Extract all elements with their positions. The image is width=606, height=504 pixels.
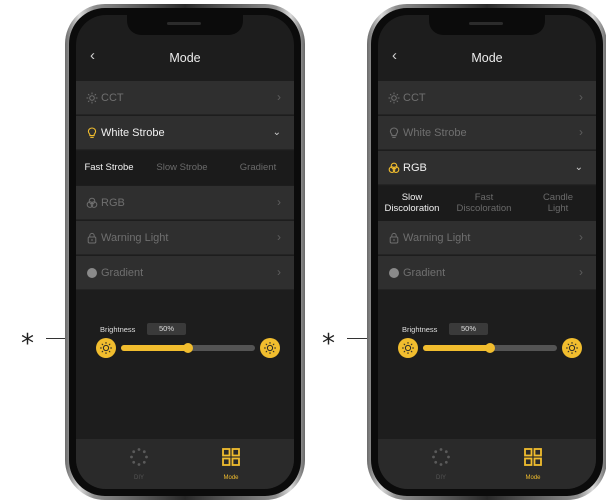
menu-item-cct[interactable]: CCT › (76, 81, 294, 115)
tab-label: DIY (133, 475, 144, 481)
menu-item-label: RGB (403, 162, 427, 174)
bottom-tab-bar: DIY Mode (378, 439, 596, 489)
header: ‹ Mode (378, 43, 596, 71)
phone-mockup-1: ‹ Mode CCT › White Strobe ⌄ Fast Strobe … (65, 4, 305, 500)
brightness-slider-handle[interactable] (183, 343, 193, 353)
tab-label: Mode (525, 475, 541, 481)
tab-diy[interactable]: DIY (421, 447, 461, 481)
chevron-right-icon: › (277, 265, 281, 279)
chevron-right-icon: › (277, 90, 281, 104)
sun-icon (264, 342, 276, 354)
chevron-right-icon: › (277, 195, 281, 209)
menu-item-white-strobe[interactable]: White Strobe ⌄ (76, 116, 294, 150)
dot-icon (87, 268, 97, 278)
brightness-label: Brightness (402, 325, 438, 334)
menu-item-rgb[interactable]: RGB ⌄ (378, 151, 596, 185)
menu-item-label: Warning Light (403, 232, 471, 244)
submode-bar: Slow Discoloration Fast Discoloration Ca… (378, 186, 596, 221)
menu-item-warning-light[interactable]: Warning Light › (378, 221, 596, 255)
chevron-right-icon: › (579, 265, 583, 279)
menu-item-label: CCT (101, 92, 124, 104)
app-screen-1: ‹ Mode CCT › White Strobe ⌄ Fast Strobe … (76, 15, 294, 489)
submode-option[interactable]: Slow Strobe (142, 151, 222, 185)
sun-icon (566, 342, 578, 354)
menu-item-rgb[interactable]: RGB › (76, 186, 294, 220)
lock-icon (87, 232, 97, 244)
dot-icon (389, 268, 399, 278)
brightness-slider[interactable] (121, 343, 255, 353)
menu-item-label: RGB (101, 197, 125, 209)
sun-icon (402, 342, 414, 354)
menu-item-label: CCT (403, 92, 426, 104)
tab-label: DIY (435, 475, 446, 481)
bottom-tab-bar: DIY Mode (76, 439, 294, 489)
sun-icon (388, 92, 400, 104)
brightness-slider-fill (423, 345, 490, 351)
submode-option[interactable]: Slow Discoloration (384, 186, 440, 221)
brightness-slider-fill (121, 345, 188, 351)
menu-item-gradient[interactable]: Gradient › (76, 256, 294, 290)
submode-option[interactable]: Fast Strobe (76, 151, 142, 185)
tab-diy[interactable]: DIY (119, 447, 159, 481)
menu-item-label: White Strobe (403, 127, 467, 139)
menu-item-label: Warning Light (101, 232, 169, 244)
brightness-label: Brightness (100, 325, 136, 334)
tab-mode[interactable]: Mode (513, 447, 553, 481)
menu-item-cct[interactable]: CCT › (378, 81, 596, 115)
phone-mockup-2: ‹ Mode CCT › White Strobe › RGB ⌄ Slow D… (367, 4, 606, 500)
submode-option[interactable]: Candle Light (538, 186, 578, 221)
submode-option[interactable]: Fast Discoloration (456, 186, 512, 221)
brightness-value: 50% (147, 323, 186, 335)
dots-circle-icon (130, 448, 148, 466)
menu-item-label: Gradient (101, 267, 144, 279)
header: ‹ Mode (76, 43, 294, 71)
grid-icon (222, 448, 240, 466)
brightness-slider-handle[interactable] (485, 343, 495, 353)
menu-item-gradient[interactable]: Gradient › (378, 256, 596, 290)
app-screen-2: ‹ Mode CCT › White Strobe › RGB ⌄ Slow D… (378, 15, 596, 489)
bulb-icon (87, 127, 97, 138)
page-title: Mode (169, 51, 201, 65)
brightness-decrease-button[interactable] (96, 338, 116, 358)
phone-notch (127, 15, 243, 35)
brightness-increase-button[interactable] (562, 338, 582, 358)
sun-icon (86, 92, 98, 104)
lock-icon (389, 232, 399, 244)
tab-mode[interactable]: Mode (211, 447, 251, 481)
chevron-right-icon: › (277, 230, 281, 244)
chevron-right-icon: › (579, 230, 583, 244)
chevron-right-icon: › (579, 125, 583, 139)
page-title: Mode (471, 51, 503, 65)
menu-item-label: White Strobe (101, 127, 165, 139)
tab-label: Mode (223, 475, 239, 481)
chevron-right-icon: › (579, 90, 583, 104)
rgb-circles-icon (388, 162, 400, 173)
annotation-marker-right: * (322, 329, 335, 359)
annotation-marker-left: * (21, 329, 34, 359)
chevron-down-icon: ⌄ (272, 127, 281, 138)
chevron-down-icon: ⌄ (574, 162, 583, 173)
dots-circle-icon (432, 448, 450, 466)
grid-icon (524, 448, 542, 466)
submode-option[interactable]: Gradient (222, 151, 294, 185)
brightness-value: 50% (449, 323, 488, 335)
bulb-icon (389, 127, 399, 138)
menu-item-white-strobe[interactable]: White Strobe › (378, 116, 596, 150)
phone-notch (429, 15, 545, 35)
rgb-circles-icon (86, 197, 98, 208)
brightness-increase-button[interactable] (260, 338, 280, 358)
sun-icon (100, 342, 112, 354)
brightness-slider[interactable] (423, 343, 557, 353)
menu-item-warning-light[interactable]: Warning Light › (76, 221, 294, 255)
submode-bar: Fast Strobe Slow Strobe Gradient (76, 151, 294, 185)
menu-item-label: Gradient (403, 267, 446, 279)
brightness-decrease-button[interactable] (398, 338, 418, 358)
